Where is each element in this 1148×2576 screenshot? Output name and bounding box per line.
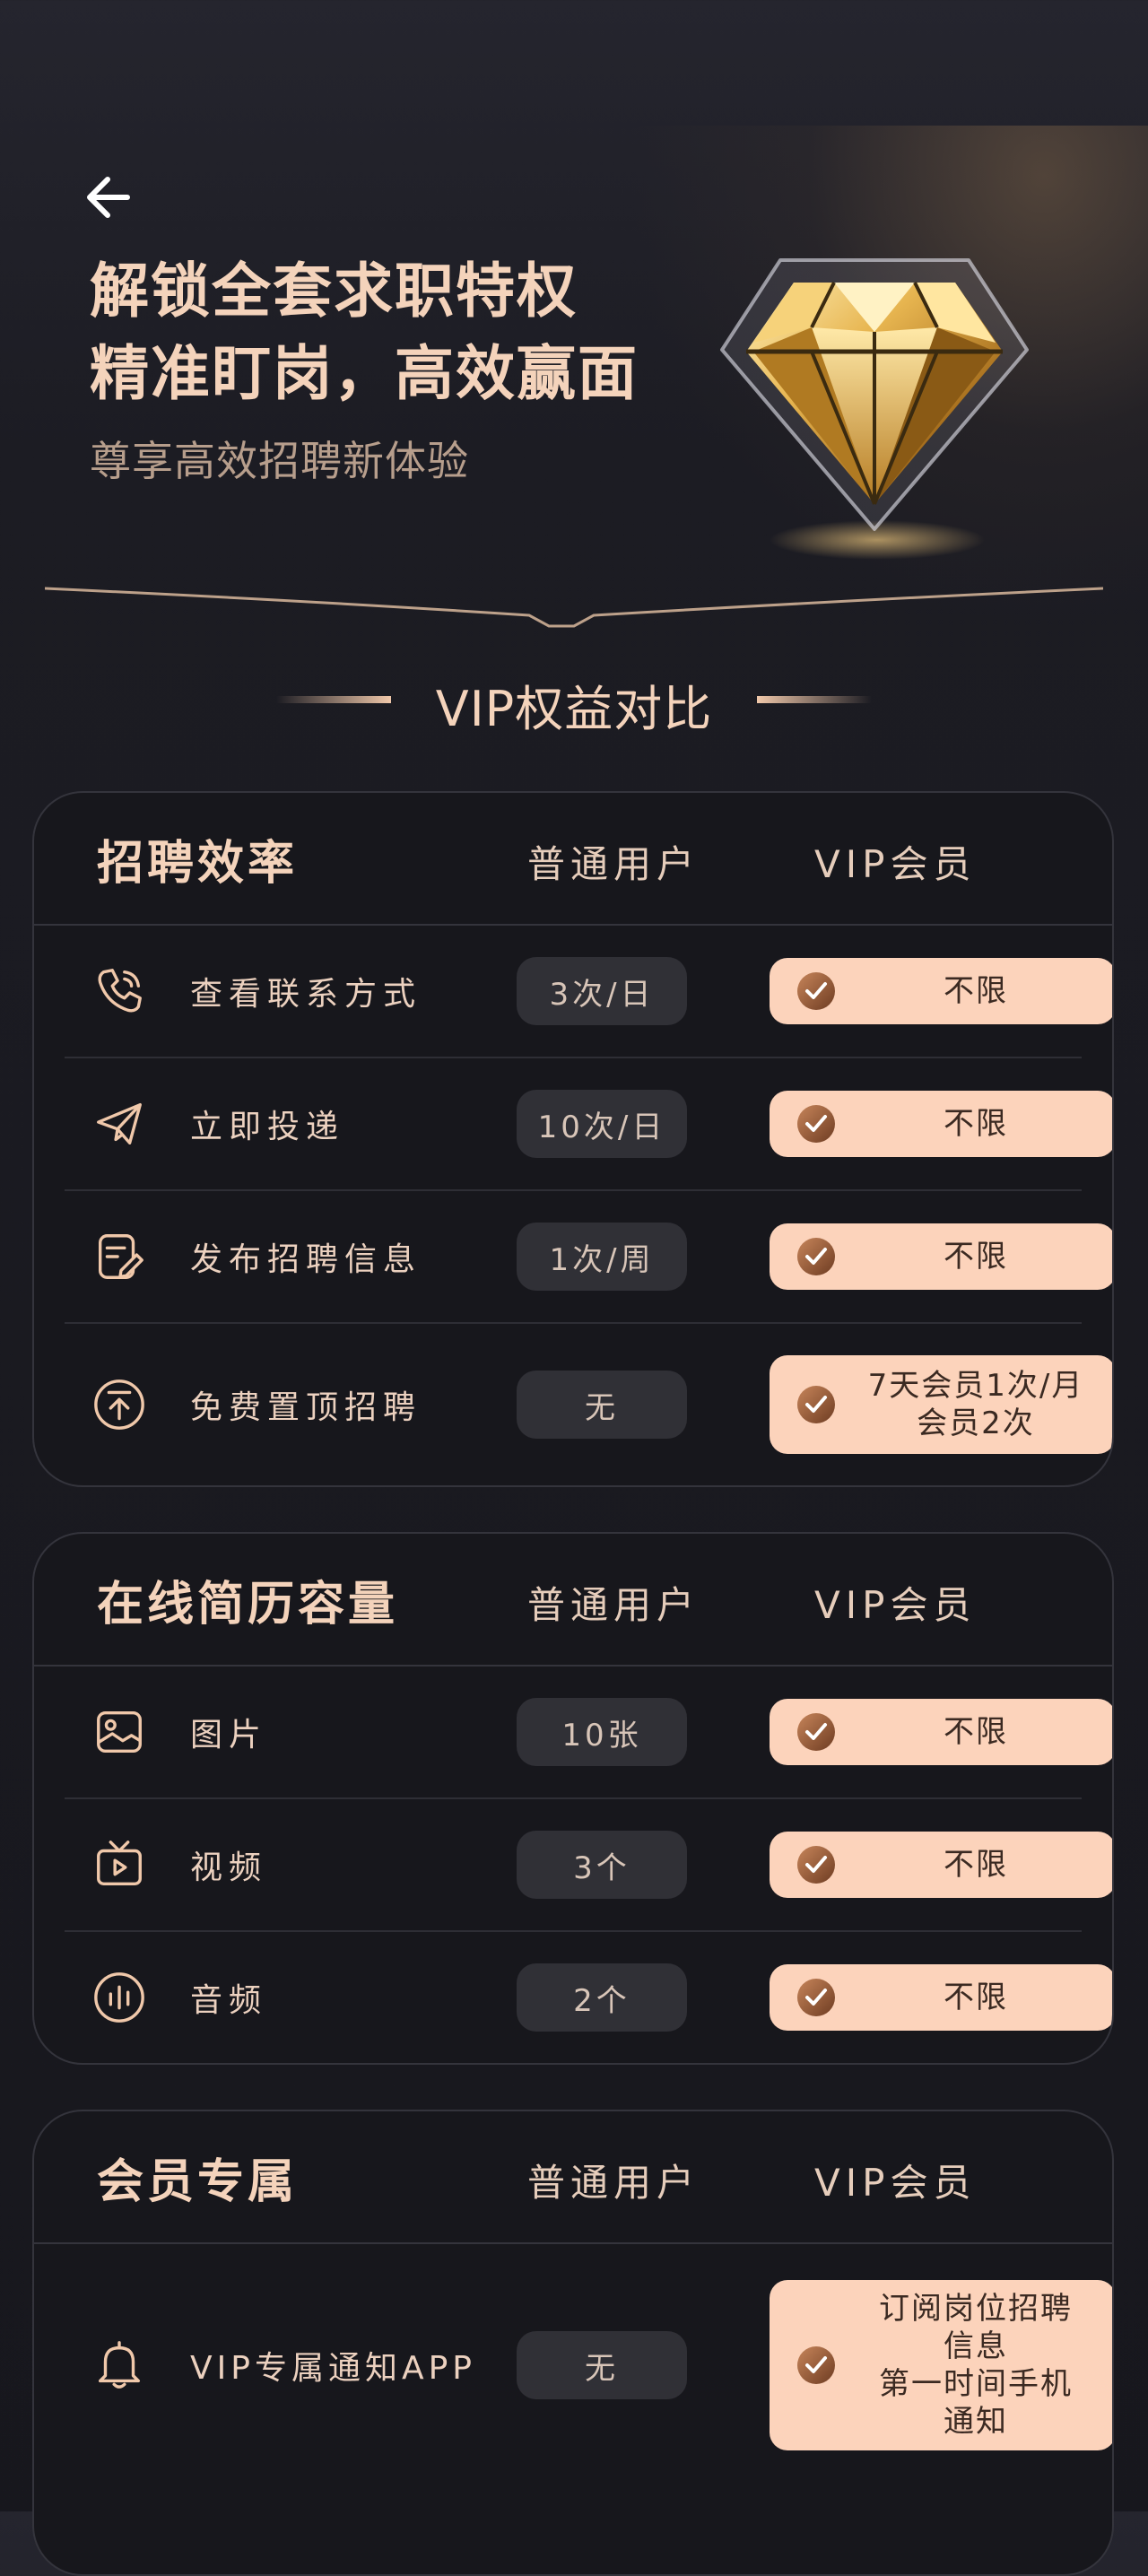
row-label: 发布招聘信息 [190, 1241, 422, 1278]
card-resume-capacity: 在线简历容量 普通用户 VIP会员 图片 10张 不限 视频 3个 不限 音频 … [32, 1532, 1114, 2065]
phone-icon [98, 969, 142, 1013]
vip-value-badge: 7天会员1次/月 会员2次 [770, 1355, 1112, 1454]
check-icon [797, 1979, 835, 2016]
section-title: VIP权益对比 [435, 681, 713, 737]
card-title: 招聘效率 [97, 837, 299, 891]
table-row: 音频 2个 不限 [65, 1932, 1112, 2063]
vip-value: 不限 [944, 1714, 1008, 1750]
video-icon [97, 1841, 142, 1886]
table-row: 免费置顶招聘 无 7天会员1次/月 会员2次 [65, 1324, 1112, 1485]
card-title: 会员专属 [97, 2155, 299, 2209]
vip-value-badge: 不限 [770, 958, 1112, 1024]
check-icon [797, 972, 835, 1010]
table-row: 发布招聘信息 1次/周 不限 [65, 1191, 1112, 1324]
row-label: VIP专属通知APP [190, 2350, 476, 2387]
table-row: 图片 10张 不限 [65, 1667, 1112, 1799]
row-label: 查看联系方式 [190, 976, 422, 1013]
audio-icon [94, 1972, 144, 2023]
hero-title-line2: 精准盯岗，高效赢面 [90, 339, 639, 408]
card-header: 招聘效率 普通用户 VIP会员 [34, 793, 1112, 926]
normal-user-value: 10次/日 [517, 1090, 687, 1158]
column-vip-member: VIP会员 [814, 1583, 977, 1627]
normal-user-value: 1次/周 [517, 1223, 687, 1291]
header-divider [45, 587, 1103, 628]
vip-value-badge: 不限 [770, 1699, 1112, 1765]
normal-user-value: 无 [517, 1371, 687, 1439]
edit-document-icon [98, 1234, 144, 1279]
back-arrow-icon[interactable] [83, 169, 140, 226]
vip-value: 7天会员1次/月 会员2次 [867, 1368, 1084, 1441]
vip-value-badge: 不限 [770, 1964, 1112, 2031]
normal-user-value: 3个 [517, 1831, 687, 1899]
column-vip-member: VIP会员 [814, 842, 977, 886]
vip-value: 不限 [944, 1106, 1008, 1142]
image-icon [97, 1710, 142, 1754]
column-normal-user: 普通用户 [527, 842, 700, 886]
bell-icon [98, 2341, 141, 2389]
vip-value: 不限 [944, 1847, 1008, 1883]
normal-user-value: 2个 [517, 1963, 687, 2032]
row-label: 免费置顶招聘 [190, 1389, 422, 1426]
normal-user-value: 3次/日 [517, 957, 687, 1025]
diamond-icon [720, 258, 1029, 560]
normal-user-value: 无 [517, 2331, 687, 2399]
vip-value: 不限 [944, 1239, 1008, 1275]
table-row: 立即投递 10次/日 不限 [65, 1058, 1112, 1191]
row-label: 音频 [190, 1982, 268, 2019]
check-icon [797, 1846, 835, 1884]
vip-value-badge: 不限 [770, 1091, 1112, 1157]
row-label: 视频 [190, 1849, 268, 1886]
vip-value-badge: 不限 [770, 1832, 1112, 1898]
hero-title-line1: 解锁全套求职特权 [90, 257, 578, 326]
vip-value: 订阅岗位招聘 信息 第一时间手机 通知 [879, 2291, 1073, 2440]
row-label: 图片 [190, 1717, 268, 1754]
check-icon [797, 1105, 835, 1143]
column-normal-user: 普通用户 [527, 2161, 700, 2205]
card-title: 在线简历容量 [97, 1578, 399, 1632]
card-header: 会员专属 普通用户 VIP会员 [34, 2111, 1112, 2244]
check-icon [797, 1713, 835, 1751]
title-deco-right [757, 696, 872, 703]
vip-value-badge: 不限 [770, 1223, 1112, 1290]
table-row: 查看联系方式 3次/日 不限 [65, 926, 1112, 1058]
column-normal-user: 普通用户 [527, 1583, 700, 1627]
normal-user-value: 10张 [517, 1698, 687, 1766]
hero-subtitle: 尊享高效招聘新体验 [90, 437, 469, 485]
card-recruit-efficiency: 招聘效率 普通用户 VIP会员 查看联系方式 3次/日 不限 立即投递 10次/… [32, 791, 1114, 1487]
table-row: 视频 3个 不限 [65, 1799, 1112, 1932]
send-icon [97, 1102, 142, 1145]
card-member-exclusive: 会员专属 普通用户 VIP会员 VIP专属通知APP 无 订阅岗位招聘 信息 第… [32, 2110, 1114, 2576]
vip-value: 不限 [944, 973, 1008, 1009]
column-vip-member: VIP会员 [814, 2161, 977, 2205]
section-title-row: VIP权益对比 [0, 664, 1148, 737]
check-icon [797, 1386, 835, 1423]
check-icon [797, 1238, 835, 1275]
vip-value-badge: 订阅岗位招聘 信息 第一时间手机 通知 [770, 2280, 1112, 2450]
vip-value: 不限 [944, 1980, 1008, 2015]
table-row: VIP专属通知APP 无 订阅岗位招聘 信息 第一时间手机 通知 [65, 2244, 1112, 2486]
check-icon [797, 2346, 835, 2384]
card-header: 在线简历容量 普通用户 VIP会员 [34, 1534, 1112, 1667]
pin-top-icon [94, 1379, 144, 1430]
row-label: 立即投递 [190, 1109, 345, 1145]
